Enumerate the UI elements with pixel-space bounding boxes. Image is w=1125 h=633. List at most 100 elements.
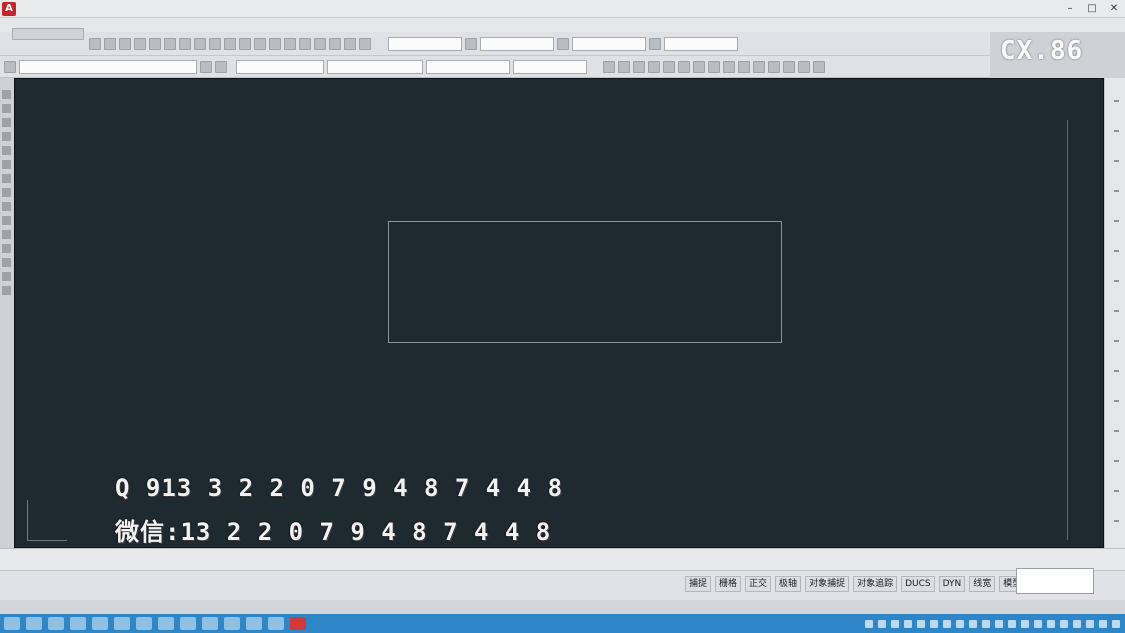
text-style-select[interactable] — [388, 36, 462, 51]
app-icon[interactable] — [114, 617, 130, 630]
tray-icon[interactable] — [1021, 620, 1029, 628]
otrack-toggle[interactable]: 对象追踪 — [853, 576, 898, 592]
folder-icon[interactable] — [48, 617, 64, 630]
modify-tool-icon[interactable] — [1114, 520, 1119, 522]
layer-manager-icon[interactable] — [4, 60, 16, 73]
app-icon[interactable] — [246, 617, 262, 630]
lineweight-select[interactable] — [426, 59, 510, 74]
zoom-window-icon[interactable] — [284, 37, 296, 50]
tray-icon[interactable] — [904, 620, 912, 628]
minimize-icon[interactable]: – — [1060, 2, 1080, 15]
new-file-icon[interactable] — [89, 37, 101, 50]
copy-object-icon[interactable] — [693, 60, 705, 73]
redo-icon[interactable] — [239, 37, 251, 50]
mtext-tool-icon[interactable] — [2, 286, 11, 295]
tray-icon[interactable] — [982, 620, 990, 628]
tray-icon[interactable] — [1099, 620, 1107, 628]
modify-tool-icon[interactable] — [1114, 340, 1119, 342]
tray-icon[interactable] — [891, 620, 899, 628]
pan-icon[interactable] — [254, 37, 266, 50]
make-layer-current-icon[interactable] — [215, 60, 227, 73]
drawn-rectangle[interactable] — [388, 221, 782, 343]
modify-tool-icon[interactable] — [1114, 430, 1119, 432]
dim-style-select[interactable] — [480, 36, 554, 51]
zoom-realtime-icon[interactable] — [269, 37, 281, 50]
polar-toggle[interactable]: 极轴 — [775, 576, 802, 592]
tray-icon[interactable] — [1047, 620, 1055, 628]
table-tool-icon[interactable] — [2, 272, 11, 281]
modify-tool-icon[interactable] — [1114, 190, 1119, 192]
tray-icon[interactable] — [995, 620, 1003, 628]
layer-previous-icon[interactable] — [200, 60, 212, 73]
close-icon[interactable]: ✕ — [1104, 2, 1124, 15]
modify-tool-icon[interactable] — [1114, 220, 1119, 222]
modify-tool-icon[interactable] — [1114, 160, 1119, 162]
linetype-select[interactable] — [327, 59, 423, 74]
modify-tool-icon[interactable] — [1114, 280, 1119, 282]
tray-icon[interactable] — [969, 620, 977, 628]
circle-icon[interactable] — [633, 60, 645, 73]
rectangle-tool-icon[interactable] — [2, 146, 11, 155]
offset-icon[interactable] — [723, 60, 735, 73]
save-icon[interactable] — [119, 37, 131, 50]
table-style-icon[interactable] — [649, 37, 661, 50]
tool-palettes-icon[interactable] — [344, 37, 356, 50]
scale-icon[interactable] — [768, 60, 780, 73]
construction-line-icon[interactable] — [2, 104, 11, 113]
undo-icon[interactable] — [224, 37, 236, 50]
tray-icon[interactable] — [956, 620, 964, 628]
tray-icon[interactable] — [930, 620, 938, 628]
insert-block-icon[interactable] — [2, 216, 11, 225]
arc-tool-icon[interactable] — [2, 160, 11, 169]
hatch-icon[interactable] — [798, 60, 810, 73]
start-icon[interactable] — [4, 617, 20, 630]
copy-icon[interactable] — [179, 37, 191, 50]
browser-icon[interactable] — [26, 617, 42, 630]
tray-icon[interactable] — [917, 620, 925, 628]
lineweight-toggle[interactable]: 线宽 — [969, 576, 996, 592]
modify-tool-icon[interactable] — [1114, 460, 1119, 462]
maximize-icon[interactable]: □ — [1082, 2, 1102, 15]
arc-icon[interactable] — [648, 60, 660, 73]
cad-app-icon[interactable] — [290, 617, 306, 630]
print-icon[interactable] — [134, 37, 146, 50]
modify-tool-icon[interactable] — [1114, 490, 1119, 492]
modify-tool-icon[interactable] — [1114, 250, 1119, 252]
point-tool-icon[interactable] — [2, 230, 11, 239]
app-icon[interactable] — [268, 617, 284, 630]
erase-icon[interactable] — [813, 60, 825, 73]
spline-tool-icon[interactable] — [2, 188, 11, 197]
modify-tool-icon[interactable] — [1114, 310, 1119, 312]
viewport-label[interactable] — [22, 80, 82, 91]
line-icon[interactable] — [603, 60, 615, 73]
color-select[interactable] — [236, 59, 324, 74]
app-icon[interactable] — [158, 617, 174, 630]
tray-icon[interactable] — [1008, 620, 1016, 628]
trim-icon[interactable] — [738, 60, 750, 73]
tray-icon[interactable] — [865, 620, 873, 628]
drawing-tab[interactable] — [12, 28, 84, 40]
design-center-icon[interactable] — [329, 37, 341, 50]
app-icon[interactable] — [224, 617, 240, 630]
dyn-toggle[interactable]: DYN — [938, 576, 966, 592]
polygon-tool-icon[interactable] — [2, 132, 11, 141]
match-properties-icon[interactable] — [209, 37, 221, 50]
ellipse-tool-icon[interactable] — [2, 202, 11, 211]
region-tool-icon[interactable] — [2, 258, 11, 267]
line-tool-icon[interactable] — [2, 90, 11, 99]
plot-style-select[interactable] — [513, 59, 587, 74]
modify-tool-icon[interactable] — [1114, 370, 1119, 372]
text-style-icon[interactable] — [465, 37, 477, 50]
circle-tool-icon[interactable] — [2, 174, 11, 183]
open-file-icon[interactable] — [104, 37, 116, 50]
properties-icon[interactable] — [314, 37, 326, 50]
preview-icon[interactable] — [149, 37, 161, 50]
app-icon[interactable] — [202, 617, 218, 630]
app-logo-icon[interactable]: A — [2, 2, 16, 16]
modify-tool-icon[interactable] — [1114, 400, 1119, 402]
media-icon[interactable] — [70, 617, 86, 630]
cut-icon[interactable] — [164, 37, 176, 50]
table-style-select[interactable] — [572, 36, 646, 51]
ortho-toggle[interactable]: 正交 — [745, 576, 772, 592]
layer-select[interactable] — [19, 59, 197, 74]
